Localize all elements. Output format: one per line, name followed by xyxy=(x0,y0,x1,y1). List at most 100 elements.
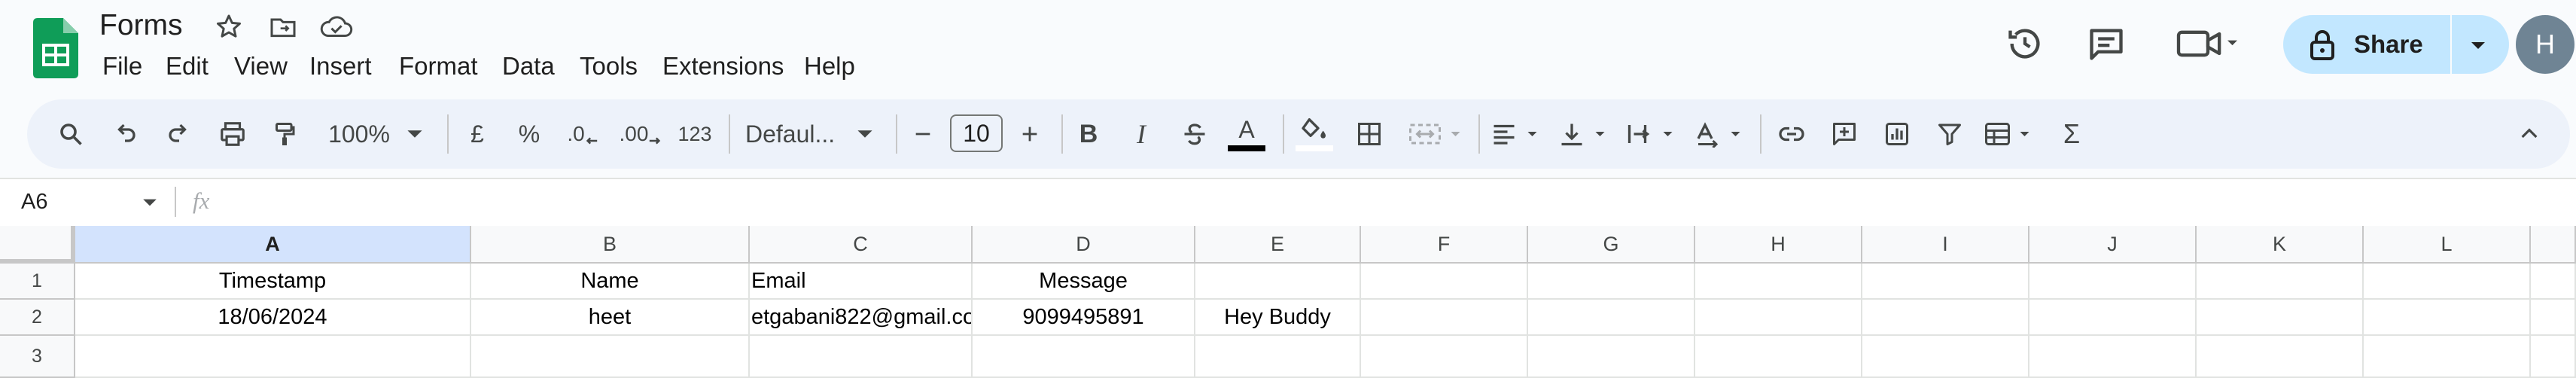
borders-icon[interactable] xyxy=(1352,99,1387,169)
cell-d2[interactable]: 9099495891 xyxy=(973,300,1195,336)
cell-c1[interactable]: Email xyxy=(750,264,973,300)
cell-j2[interactable] xyxy=(2029,300,2197,336)
create-filter-icon[interactable] xyxy=(1932,99,1968,169)
cell-l2[interactable] xyxy=(2364,300,2531,336)
cell-b2[interactable]: heet xyxy=(471,300,750,336)
column-header-e[interactable]: E xyxy=(1195,226,1361,264)
filter-views-icon[interactable] xyxy=(1980,99,2040,169)
cell-f1[interactable] xyxy=(1361,264,1528,300)
cell-l1[interactable] xyxy=(2364,264,2531,300)
cell-b1[interactable]: Name xyxy=(471,264,750,300)
cell-j3[interactable] xyxy=(2029,336,2197,378)
text-rotation-icon[interactable] xyxy=(1692,99,1749,169)
strikethrough-icon[interactable] xyxy=(1177,99,1212,169)
collapse-toolbar-icon[interactable] xyxy=(2511,99,2547,169)
insert-link-icon[interactable] xyxy=(1774,99,1810,169)
cell-d1[interactable]: Message xyxy=(973,264,1195,300)
row-header-2[interactable]: 2 xyxy=(0,300,75,336)
version-history-icon[interactable] xyxy=(2005,24,2045,63)
cell-i3[interactable] xyxy=(1862,336,2029,378)
cell-g3[interactable] xyxy=(1528,336,1695,378)
cell-h2[interactable] xyxy=(1695,300,1862,336)
cell-f2[interactable] xyxy=(1361,300,1528,336)
cell-i1[interactable] xyxy=(1862,264,2029,300)
italic-button[interactable]: I xyxy=(1125,99,1158,169)
menu-data[interactable]: Data xyxy=(502,50,555,83)
menu-format[interactable]: Format xyxy=(399,50,478,83)
decrease-font-size-icon[interactable] xyxy=(908,99,938,169)
more-formats-button[interactable]: 123 xyxy=(670,99,720,169)
column-header-c[interactable]: C xyxy=(750,226,973,264)
currency-format-button[interactable]: £ xyxy=(461,99,494,169)
cell-k2[interactable] xyxy=(2197,300,2364,336)
cell-h3[interactable] xyxy=(1695,336,1862,378)
cell-b3[interactable] xyxy=(471,336,750,378)
select-all-corner[interactable] xyxy=(0,226,75,264)
column-header-a[interactable]: A xyxy=(75,226,471,264)
cloud-saved-icon[interactable] xyxy=(319,12,354,42)
menu-edit[interactable]: Edit xyxy=(166,50,209,83)
horizontal-align-icon[interactable] xyxy=(1489,99,1546,169)
cell-g2[interactable] xyxy=(1528,300,1695,336)
menu-file[interactable]: File xyxy=(102,50,142,83)
text-wrapping-icon[interactable] xyxy=(1624,99,1682,169)
cell-j1[interactable] xyxy=(2029,264,2197,300)
row-header-1[interactable]: 1 xyxy=(0,264,75,300)
column-header-f[interactable]: F xyxy=(1361,226,1528,264)
share-dropdown-icon[interactable] xyxy=(2467,33,2489,56)
column-header-j[interactable]: J xyxy=(2029,226,2197,264)
cell-c2[interactable]: etgabani822@gmail.co xyxy=(750,300,973,336)
font-size-input[interactable]: 10 xyxy=(950,114,1003,152)
cell-k1[interactable] xyxy=(2197,264,2364,300)
menu-extensions[interactable]: Extensions xyxy=(662,50,784,83)
insert-comment-icon[interactable] xyxy=(1826,99,1862,169)
cell-a2[interactable]: 18/06/2024 xyxy=(75,300,471,336)
menu-help[interactable]: Help xyxy=(804,50,855,83)
column-header-h[interactable]: H xyxy=(1695,226,1862,264)
column-header-k[interactable]: K xyxy=(2197,226,2364,264)
vertical-align-icon[interactable] xyxy=(1557,99,1614,169)
formula-input[interactable] xyxy=(233,187,2492,217)
menu-insert[interactable]: Insert xyxy=(309,50,372,83)
font-family-dropdown-icon[interactable] xyxy=(854,99,876,169)
print-icon[interactable] xyxy=(214,99,251,169)
text-color-button[interactable]: A xyxy=(1227,99,1266,169)
name-box[interactable]: A6 xyxy=(21,187,47,217)
increase-decimal-button[interactable]: .00 xyxy=(617,99,664,169)
undo-icon[interactable] xyxy=(107,99,143,169)
cell-e1[interactable] xyxy=(1195,264,1361,300)
decrease-decimal-button[interactable]: .0 xyxy=(563,99,602,169)
redo-icon[interactable] xyxy=(161,99,197,169)
share-button[interactable]: Share xyxy=(2283,15,2509,74)
name-box-dropdown-icon[interactable] xyxy=(142,194,158,211)
zoom-dropdown-icon[interactable] xyxy=(403,99,426,169)
document-title[interactable]: Forms xyxy=(99,6,183,45)
bold-button[interactable]: B xyxy=(1072,99,1105,169)
cell-a3[interactable] xyxy=(75,336,471,378)
zoom-select[interactable]: 100% xyxy=(324,99,394,169)
cell-g1[interactable] xyxy=(1528,264,1695,300)
paint-format-icon[interactable] xyxy=(266,99,303,169)
cell-k3[interactable] xyxy=(2197,336,2364,378)
column-header-b[interactable]: B xyxy=(471,226,750,264)
cell-f3[interactable] xyxy=(1361,336,1528,378)
cell-c3[interactable] xyxy=(750,336,973,378)
font-family-select[interactable]: Defaul... xyxy=(745,99,851,169)
menu-tools[interactable]: Tools xyxy=(580,50,638,83)
meet-video-icon[interactable] xyxy=(2174,24,2242,63)
merge-cells-icon[interactable] xyxy=(1406,99,1466,169)
menu-view[interactable]: View xyxy=(234,50,288,83)
star-icon[interactable] xyxy=(214,12,244,42)
insert-chart-icon[interactable] xyxy=(1879,99,1915,169)
cell-d3[interactable] xyxy=(973,336,1195,378)
account-avatar[interactable]: H xyxy=(2516,15,2574,74)
sheets-logo-icon[interactable] xyxy=(33,18,78,78)
cell-i2[interactable] xyxy=(1862,300,2029,336)
cell-h1[interactable] xyxy=(1695,264,1862,300)
cell-e2[interactable]: Hey Buddy xyxy=(1195,300,1361,336)
cell-e3[interactable] xyxy=(1195,336,1361,378)
column-header-g[interactable]: G xyxy=(1528,226,1695,264)
column-header-d[interactable]: D xyxy=(973,226,1195,264)
move-to-folder-icon[interactable] xyxy=(268,12,298,42)
functions-icon[interactable]: Σ xyxy=(2054,99,2090,169)
